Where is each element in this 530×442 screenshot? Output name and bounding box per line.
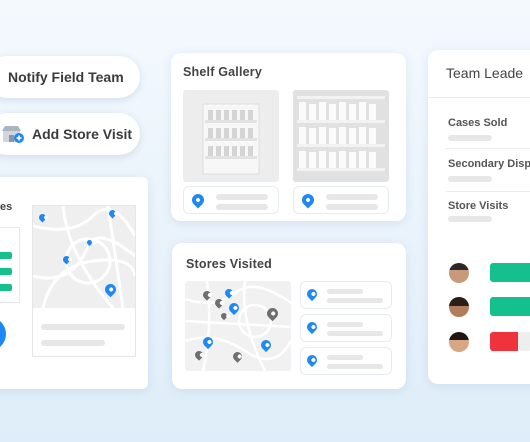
left-panel-title: es <box>0 201 13 213</box>
placeholder-line <box>448 176 492 182</box>
left-panel: es <box>0 177 148 389</box>
shelf-gallery-card: Shelf Gallery <box>171 53 406 221</box>
placeholder-line <box>327 364 383 369</box>
placeholder-line <box>216 194 268 200</box>
team-leaderboard-title: Team Leade <box>446 65 524 81</box>
placeholder-line <box>448 216 492 222</box>
placeholder-line <box>327 355 363 360</box>
metric-store-visits-label: Store Visits <box>448 200 509 212</box>
team-member-row[interactable] <box>428 294 530 320</box>
placeholder-line <box>216 204 268 210</box>
shelf-gallery-title: Shelf Gallery <box>183 65 263 79</box>
placeholder-line <box>327 322 363 327</box>
status-bar <box>490 263 530 282</box>
location-pin-icon <box>304 352 320 368</box>
placeholder-line <box>326 204 378 210</box>
left-panel-action-circle[interactable] <box>0 317 6 351</box>
add-store-visit-button[interactable]: Add Store Visit <box>0 113 140 155</box>
stores-visited-title: Stores Visited <box>186 257 272 271</box>
divider <box>428 97 530 98</box>
shelf-image-1[interactable] <box>183 90 279 182</box>
avatar <box>449 332 469 352</box>
location-pin-icon <box>304 286 320 302</box>
status-bar-remainder <box>518 332 530 351</box>
placeholder-line <box>41 340 105 346</box>
team-leaderboard-card: Team Leade Cases Sold Secondary Displ St… <box>428 50 530 384</box>
shelf-location-2[interactable] <box>293 186 389 214</box>
placeholder-line <box>327 298 383 303</box>
left-panel-map-card <box>32 205 136 357</box>
metric-secondary-display-label: Secondary Displ <box>448 158 530 170</box>
store-add-icon <box>2 125 24 143</box>
metric-cases-sold-label: Cases Sold <box>448 117 508 129</box>
map-roads <box>33 206 135 308</box>
placeholder-line <box>448 135 492 141</box>
placeholder-line <box>41 324 125 330</box>
stores-visited-map[interactable] <box>185 281 291 371</box>
divider <box>446 148 530 149</box>
notify-field-team-button[interactable]: Notify Field Team <box>0 56 140 98</box>
add-store-visit-label: Add Store Visit <box>32 126 133 142</box>
divider <box>446 191 530 192</box>
store-location-3[interactable] <box>300 347 392 375</box>
team-member-row[interactable] <box>428 329 530 355</box>
notify-field-team-label: Notify Field Team <box>8 69 124 85</box>
left-panel-list <box>0 227 20 303</box>
placeholder-line <box>327 331 383 336</box>
avatar <box>449 297 469 317</box>
location-pin-icon <box>304 319 320 335</box>
shelf-image-2[interactable] <box>293 90 389 182</box>
status-bar <box>490 332 518 351</box>
left-panel-map <box>33 206 135 308</box>
stores-visited-card: Stores Visited <box>172 243 406 389</box>
avatar <box>449 263 469 283</box>
store-location-1[interactable] <box>300 281 392 309</box>
location-pin-icon <box>189 191 207 209</box>
store-location-2[interactable] <box>300 314 392 342</box>
placeholder-line <box>326 194 378 200</box>
shelf-location-1[interactable] <box>183 186 279 214</box>
location-pin-icon <box>299 191 317 209</box>
team-member-row[interactable] <box>428 260 530 286</box>
placeholder-line <box>327 289 363 294</box>
status-bar <box>490 297 530 316</box>
